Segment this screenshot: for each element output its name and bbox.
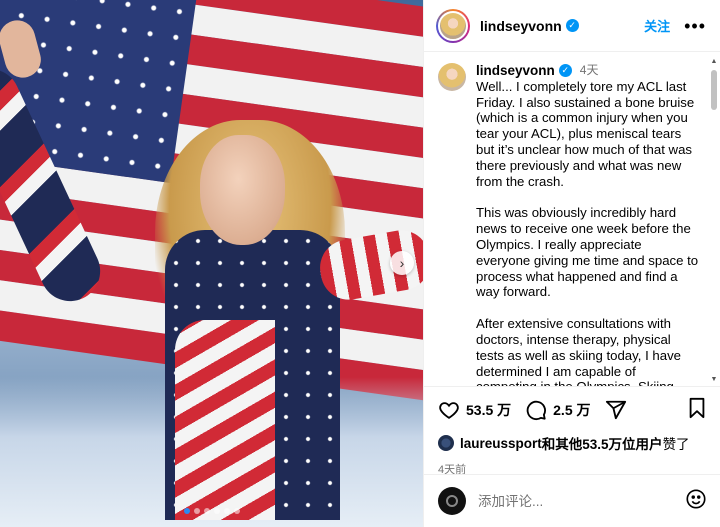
send-icon <box>605 400 626 420</box>
carousel-next-button[interactable]: › <box>390 251 414 275</box>
caption-paragraph: After extensive consultations with docto… <box>476 316 681 386</box>
liked-by-username[interactable]: laureussport <box>460 436 542 451</box>
scrollbar-thumb[interactable] <box>711 70 717 110</box>
like-button[interactable]: 53.5 万 <box>438 399 511 421</box>
liked-by: laureussport 和其他53.5万位用户 赞了 <box>438 433 707 453</box>
caption-username[interactable]: lindseyvonn <box>476 63 555 79</box>
comment-button[interactable]: 2.5 万 <box>525 399 591 421</box>
avatar[interactable] <box>438 435 454 451</box>
caption-time[interactable]: 4天 <box>580 63 599 79</box>
follow-button[interactable]: 关注 <box>644 16 670 35</box>
carousel-indicator <box>0 508 423 514</box>
liked-by-others[interactable]: 和其他53.5万位用户 <box>542 433 663 453</box>
more-options-icon[interactable]: ••• <box>684 17 706 35</box>
avatar[interactable] <box>438 63 466 91</box>
action-bar: 53.5 万 2.5 万 laureussport 和其他53.5万位用户 赞了… <box>424 386 720 477</box>
carousel-dot <box>233 508 240 514</box>
face <box>200 135 285 245</box>
comment-input[interactable] <box>478 493 685 509</box>
emoji-smile-icon[interactable] <box>685 488 707 515</box>
post-media[interactable]: › <box>0 0 423 527</box>
verified-badge-icon: ✓ <box>565 19 579 32</box>
caption-paragraph: This was obviously incredibly hard news … <box>476 205 699 300</box>
caption-paragraph: Well... I completely tore my ACL last Fr… <box>476 78 695 189</box>
avatar[interactable] <box>436 8 470 43</box>
heart-icon <box>439 402 459 419</box>
comment-bubble-icon <box>526 400 547 421</box>
post-panel: lindseyvonn ✓ 关注 ••• lindseyvonn ✓ 4天 We… <box>423 0 720 527</box>
carousel-dot <box>223 508 230 514</box>
carousel-dot <box>213 508 220 514</box>
comment-composer <box>424 474 720 527</box>
comments-count: 2.5 万 <box>553 402 591 418</box>
chevron-right-icon: › <box>399 255 405 271</box>
likes-count: 53.5 万 <box>466 402 512 418</box>
race-suit-stripes <box>175 320 275 520</box>
post-header: lindseyvonn ✓ 关注 ••• <box>424 0 720 52</box>
comments-area[interactable]: lindseyvonn ✓ 4天 Well... I completely to… <box>424 53 720 386</box>
avatar[interactable] <box>438 487 466 515</box>
save-button[interactable] <box>687 397 707 424</box>
username-link[interactable]: lindseyvonn <box>480 18 562 34</box>
carousel-dot <box>193 508 200 514</box>
scroll-up-icon[interactable]: ▲ <box>710 58 718 65</box>
carousel-dot <box>183 508 190 514</box>
carousel-dot <box>203 508 210 514</box>
bookmark-icon <box>689 397 705 418</box>
share-button[interactable] <box>605 399 627 421</box>
scroll-down-icon[interactable]: ▼ <box>710 376 718 383</box>
verified-badge-icon: ✓ <box>558 64 572 78</box>
caption: lindseyvonn ✓ 4天 Well... I completely to… <box>438 63 699 386</box>
liked-by-suffix: 赞了 <box>662 437 690 452</box>
comments-scrollbar[interactable]: ▲ ▼ <box>710 58 718 383</box>
